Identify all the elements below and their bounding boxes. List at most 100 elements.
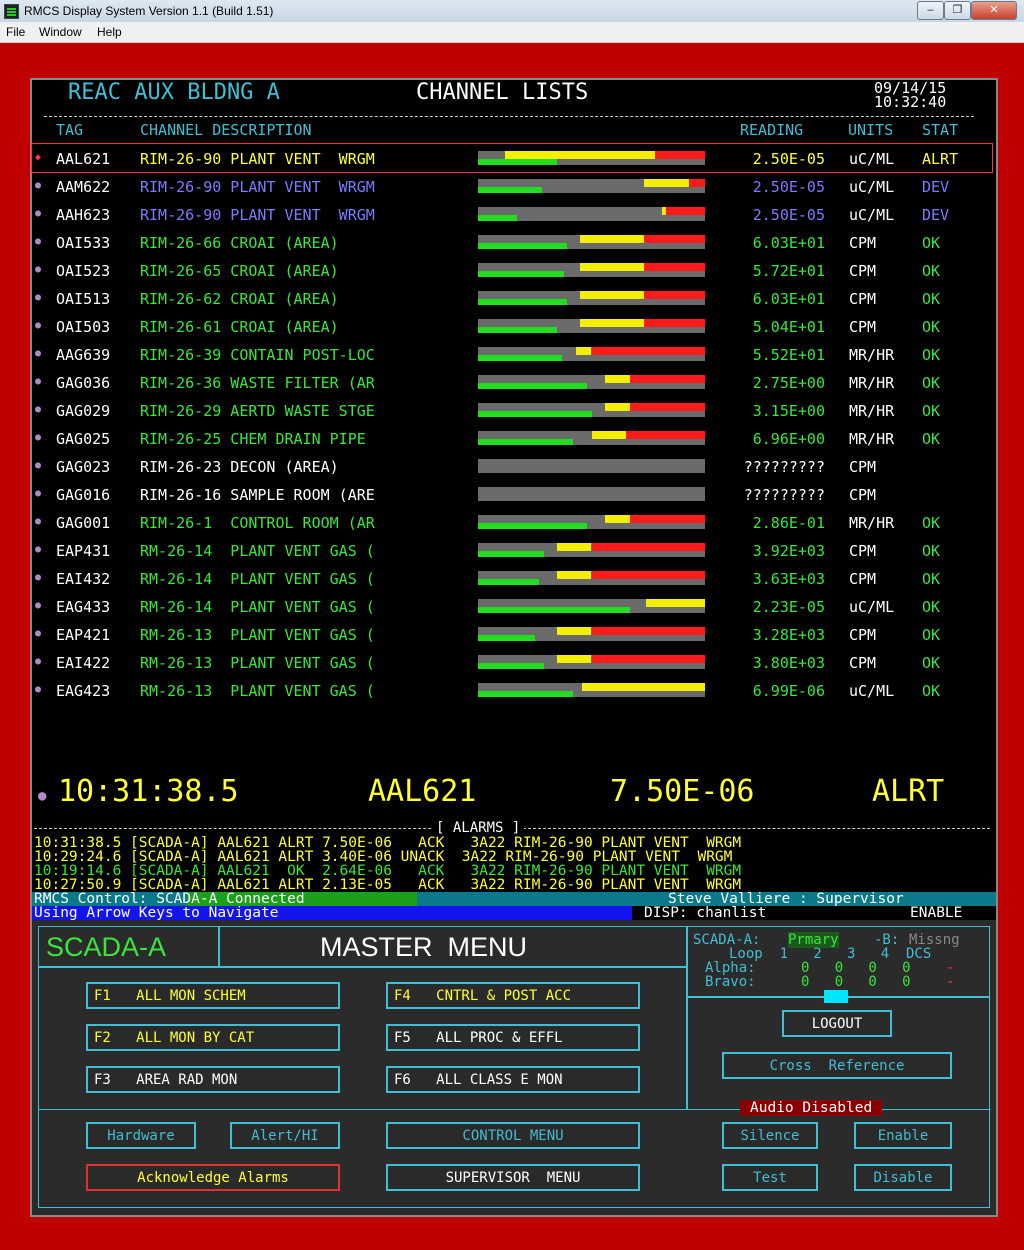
alarm-row[interactable]: 10:27:50.9 [SCADA-A] AAL621 ALRT 2.13E-0…: [34, 878, 741, 893]
channel-status: OK: [922, 318, 941, 336]
f3-button[interactable]: F3 AREA RAD MON: [86, 1066, 340, 1093]
channel-row[interactable]: ● GAG036 RIM-26-36 WASTE FILTER (AR 2.75E+0…: [32, 368, 992, 396]
bravo-label: Bravo:: [705, 974, 756, 990]
close-button[interactable]: ✕: [971, 1, 1017, 20]
channel-row[interactable]: ● AAM622 RIM-26-90 PLANT VENT WRGM 2.50E-05…: [32, 172, 992, 200]
channel-tag: OAI503: [56, 318, 111, 336]
channel-description: RIM-26-65 CROAI (AREA): [140, 262, 339, 280]
channel-row[interactable]: ● GAG016 RIM-26-16 SAMPLE ROOM (ARE???????…: [32, 480, 992, 508]
channel-row[interactable]: ● OAI503 RIM-26-61 CROAI (AREA) 5.04E+01 CPM…: [32, 312, 992, 340]
restore-button[interactable]: ❐: [944, 1, 971, 20]
window-title: RMCS Display System Version 1.1 (Build 1…: [24, 4, 274, 18]
menu-file[interactable]: File: [6, 25, 25, 39]
channel-status: OK: [922, 626, 941, 644]
disable-button[interactable]: Disable: [854, 1164, 952, 1191]
channel-row[interactable]: ● GAG023 RIM-26-23 DECON (AREA)????????? CP…: [32, 452, 992, 480]
control-menu-button[interactable]: CONTROL MENU: [386, 1122, 640, 1149]
channel-reading: 2.50E-05: [752, 206, 825, 224]
channel-row[interactable]: ● GAG029 RIM-26-29 AERTD WASTE STGE 3.15E+0…: [32, 396, 992, 424]
channel-description: RIM-26-62 CROAI (AREA): [140, 290, 339, 308]
f2-button[interactable]: F2 ALL MON BY CAT: [86, 1024, 340, 1051]
channel-row[interactable]: ● GAG025 RIM-26-25 CHEM DRAIN PIPE 6.96E+00…: [32, 424, 992, 452]
channel-row[interactable]: ● EAP431 RM-26-14 PLANT VENT GAS (3.92E+03…: [32, 536, 992, 564]
test-button[interactable]: Test: [722, 1164, 818, 1191]
menu-window[interactable]: Window: [39, 25, 82, 39]
channel-description: RIM-26-90 PLANT VENT WRGM: [140, 150, 375, 168]
channel-units: uC/ML: [849, 178, 895, 196]
channel-status: OK: [922, 430, 941, 448]
high-band: [591, 627, 705, 635]
navigation-hint: Using Arrow Keys to Navigate: [34, 905, 279, 921]
channel-units: CPM: [849, 318, 877, 336]
channel-row[interactable]: ● OAI523 RIM-26-65 CROAI (AREA) 5.72E+01 CPM…: [32, 256, 992, 284]
channel-status: OK: [922, 346, 941, 364]
channel-row[interactable]: ● EAG433 RM-26-14 PLANT VENT GAS (2.23E-05…: [32, 592, 992, 620]
channel-row[interactable]: ● OAI513 RIM-26-62 CROAI (AREA) 6.03E+01 CPM…: [32, 284, 992, 312]
channel-status: ALRT: [922, 150, 959, 168]
level-bar: [478, 627, 705, 641]
alert-band: [582, 683, 705, 691]
channel-row[interactable]: ◆ AAL621 RIM-26-90 PLANT VENT WRGM 2.50E-05…: [31, 143, 993, 173]
f5-button[interactable]: F5 ALL PROC & EFFL: [386, 1024, 640, 1051]
channel-reading: 3.28E+03: [752, 626, 825, 644]
channel-row[interactable]: ● EAI422 RM-26-13 PLANT VENT GAS (3.80E+03…: [32, 648, 992, 676]
silence-button[interactable]: Silence: [722, 1122, 818, 1149]
selected-diamond-icon: ◆: [35, 152, 42, 163]
logout-button[interactable]: LOGOUT: [782, 1010, 892, 1037]
master-menu-panel: SCADA-A MASTER MENU SCADA-A: Prmary -B: …: [32, 920, 996, 1215]
acknowledge-alarms-button[interactable]: Acknowledge Alarms: [86, 1164, 340, 1191]
channel-units: CPM: [849, 542, 877, 560]
menu-help[interactable]: Help: [97, 25, 122, 39]
row-dot-icon: ●: [35, 628, 42, 639]
channel-row[interactable]: ● GAG001 RIM-26-1 CONTROL ROOM (AR 2.86E-01…: [32, 508, 992, 536]
high-band: [591, 571, 705, 579]
hardware-button[interactable]: Hardware: [86, 1122, 196, 1149]
level-fill: [478, 271, 565, 277]
level-fill: [478, 523, 587, 529]
alert-band: [557, 543, 592, 551]
level-bar: [478, 683, 705, 697]
channel-row[interactable]: ● AAG639 RIM-26-39 CONTAIN POST-LOC 5.52E+0…: [32, 340, 992, 368]
cross-reference-button[interactable]: Cross Reference: [722, 1052, 952, 1079]
alarm-row[interactable]: 10:29:24.6 [SCADA-A] AAL621 ALRT 3.40E-0…: [34, 850, 732, 865]
level-bar: [478, 263, 705, 277]
col-units: UNITS: [848, 121, 894, 139]
channel-reading: 6.03E+01: [752, 290, 825, 308]
channel-row[interactable]: ● OAI533 RIM-26-66 CROAI (AREA) 6.03E+01 CPM…: [32, 228, 992, 256]
channel-reading: 2.50E-05: [752, 178, 825, 196]
level-bar: [478, 487, 705, 501]
channel-row[interactable]: ● EAG423 RM-26-13 PLANT VENT GAS (6.99E-06…: [32, 676, 992, 704]
channel-reading: ?????????: [743, 458, 825, 476]
enable-button[interactable]: Enable: [854, 1122, 952, 1149]
alarm-row[interactable]: 10:31:38.5 [SCADA-A] AAL621 ALRT 7.50E-0…: [34, 836, 741, 851]
channel-tag: EAP421: [56, 626, 111, 644]
channel-tag: GAG023: [56, 458, 111, 476]
channel-row[interactable]: ● EAI432 RM-26-14 PLANT VENT GAS (3.63E+03…: [32, 564, 992, 592]
channel-reading: 6.96E+00: [752, 430, 825, 448]
channel-tag: AAG639: [56, 346, 111, 364]
supervisor-menu-button[interactable]: SUPERVISOR MENU: [386, 1164, 640, 1191]
row-dot-icon: ●: [35, 600, 42, 611]
level-bar: [478, 431, 705, 445]
row-dot-icon: ●: [35, 544, 42, 555]
alert-hi-button[interactable]: Alert/HI: [230, 1122, 340, 1149]
latest-tag: AAL621: [368, 774, 477, 809]
channel-units: MR/HR: [849, 374, 895, 392]
alert-band: [591, 431, 626, 439]
channel-row[interactable]: ● AAH623 RIM-26-90 PLANT VENT WRGM 2.50E-05…: [32, 200, 992, 228]
f1-button[interactable]: F1 ALL MON SCHEM: [86, 982, 340, 1009]
level-bar: [478, 403, 705, 417]
channel-description: RIM-26-36 WASTE FILTER (AR: [140, 374, 375, 392]
channel-row[interactable]: ● EAP421 RM-26-13 PLANT VENT GAS (3.28E+03…: [32, 620, 992, 648]
col-stat: STAT: [922, 121, 959, 139]
channel-status: OK: [922, 570, 941, 588]
channel-description: RIM-26-16 SAMPLE ROOM (ARE: [140, 486, 375, 504]
f6-button[interactable]: F6 ALL CLASS E MON: [386, 1066, 640, 1093]
alarm-row[interactable]: 10:19:14.6 [SCADA-A] AAL621 OK 2.64E-06 …: [34, 864, 741, 879]
channel-units: CPM: [849, 626, 877, 644]
channel-description: RM-26-14 PLANT VENT GAS (: [140, 570, 375, 588]
minimize-button[interactable]: ‒: [917, 1, 944, 20]
level-bar: [478, 655, 705, 669]
f4-button[interactable]: F4 CNTRL & POST ACC: [386, 982, 640, 1009]
level-fill: [478, 411, 592, 417]
